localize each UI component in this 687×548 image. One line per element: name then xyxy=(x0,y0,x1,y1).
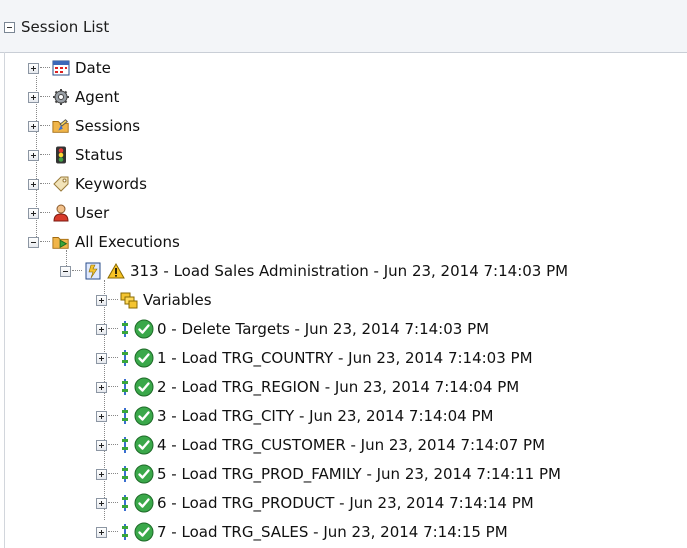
tree-item-step[interactable]: 7 - Load TRG_SALES - Jun 23, 2014 7:14:1… xyxy=(96,520,508,544)
success-check-icon xyxy=(134,522,154,542)
task-icon xyxy=(120,494,130,512)
tree-item-label: Agent xyxy=(75,88,120,106)
calendar-icon xyxy=(52,59,70,77)
tree-item-step[interactable]: 1 - Load TRG_COUNTRY - Jun 23, 2014 7:14… xyxy=(96,346,533,370)
task-icon xyxy=(120,407,130,425)
expand-icon[interactable] xyxy=(96,439,107,451)
step-label: 7 - Load TRG_SALES - Jun 23, 2014 7:14:1… xyxy=(157,523,508,541)
expand-icon[interactable] xyxy=(96,410,107,422)
expand-icon[interactable] xyxy=(28,120,39,132)
task-icon xyxy=(120,523,130,541)
task-icon xyxy=(120,465,130,483)
step-label: 6 - Load TRG_PRODUCT - Jun 23, 2014 7:14… xyxy=(157,494,534,512)
step-label: 2 - Load TRG_REGION - Jun 23, 2014 7:14:… xyxy=(157,378,520,396)
folder-sessions-icon xyxy=(52,117,70,135)
variables-label: Variables xyxy=(143,291,212,309)
panel-title: Session List xyxy=(21,18,110,36)
collapse-panel-icon[interactable] xyxy=(4,21,15,33)
tree-item-variables[interactable]: Variables xyxy=(96,288,212,312)
tree-item-label: All Executions xyxy=(75,233,180,251)
expand-icon[interactable] xyxy=(96,497,107,509)
tree-item-agent[interactable]: Agent xyxy=(28,85,119,109)
expand-icon[interactable] xyxy=(96,294,107,306)
expand-icon[interactable] xyxy=(28,149,39,161)
step-label: 1 - Load TRG_COUNTRY - Jun 23, 2014 7:14… xyxy=(157,349,533,367)
success-check-icon xyxy=(134,493,154,513)
tree-item-step[interactable]: 6 - Load TRG_PRODUCT - Jun 23, 2014 7:14… xyxy=(96,491,534,515)
folder-run-icon xyxy=(52,233,70,251)
tree-item-step[interactable]: 4 - Load TRG_CUSTOMER - Jun 23, 2014 7:1… xyxy=(96,433,545,457)
warning-icon xyxy=(107,262,125,280)
session-label: 313 - Load Sales Administration - Jun 23… xyxy=(130,262,569,280)
collapse-icon[interactable] xyxy=(28,236,39,248)
success-check-icon xyxy=(134,464,154,484)
expand-icon[interactable] xyxy=(96,381,107,393)
session-list-header: Session List xyxy=(0,0,687,53)
success-check-icon xyxy=(134,435,154,455)
tree-item-label: Status xyxy=(75,146,123,164)
tree-item-step[interactable]: 0 - Delete Targets - Jun 23, 2014 7:14:0… xyxy=(96,317,489,341)
expand-icon[interactable] xyxy=(28,62,39,74)
tree-item-session-313[interactable]: 313 - Load Sales Administration - Jun 23… xyxy=(60,259,568,283)
expand-icon[interactable] xyxy=(28,178,39,190)
success-check-icon xyxy=(134,406,154,426)
tree-item-step[interactable]: 2 - Load TRG_REGION - Jun 23, 2014 7:14:… xyxy=(96,375,519,399)
session-list-title-row[interactable]: Session List xyxy=(4,16,109,38)
tree-item-step[interactable]: 3 - Load TRG_CITY - Jun 23, 2014 7:14:04… xyxy=(96,404,493,428)
tree-item-label: Keywords xyxy=(75,175,147,193)
panel-left-border xyxy=(4,52,5,548)
tree-item-status[interactable]: Status xyxy=(28,143,123,167)
expand-icon[interactable] xyxy=(28,207,39,219)
step-label: 5 - Load TRG_PROD_FAMILY - Jun 23, 2014 … xyxy=(157,465,561,483)
expand-icon[interactable] xyxy=(96,323,107,335)
tree-item-step[interactable]: 5 - Load TRG_PROD_FAMILY - Jun 23, 2014 … xyxy=(96,462,561,486)
tree-item-all-executions[interactable]: All Executions xyxy=(28,230,180,254)
success-check-icon xyxy=(134,319,154,339)
expand-icon[interactable] xyxy=(96,526,107,538)
expand-icon[interactable] xyxy=(96,468,107,480)
task-icon xyxy=(120,436,130,454)
success-check-icon xyxy=(134,377,154,397)
user-icon xyxy=(52,204,70,222)
tree-item-label: User xyxy=(75,204,110,222)
task-icon xyxy=(120,320,130,338)
task-icon xyxy=(120,349,130,367)
expand-icon[interactable] xyxy=(28,91,39,103)
collapse-icon[interactable] xyxy=(60,265,71,277)
gear-icon xyxy=(52,88,70,106)
task-icon xyxy=(120,378,130,396)
session-scenario-icon xyxy=(84,262,102,280)
tree-item-keywords[interactable]: Keywords xyxy=(28,172,147,196)
tree-item-label: Date xyxy=(75,59,111,77)
variables-icon xyxy=(120,291,138,309)
tree-item-label: Sessions xyxy=(75,117,141,135)
traffic-light-icon xyxy=(52,146,70,164)
tree-item-date[interactable]: Date xyxy=(28,56,111,80)
tree-item-user[interactable]: User xyxy=(28,201,109,225)
step-label: 3 - Load TRG_CITY - Jun 23, 2014 7:14:04… xyxy=(157,407,494,425)
tree-item-sessions[interactable]: Sessions xyxy=(28,114,140,138)
step-label: 0 - Delete Targets - Jun 23, 2014 7:14:0… xyxy=(157,320,490,338)
success-check-icon xyxy=(134,348,154,368)
tag-icon xyxy=(52,175,70,193)
step-label: 4 - Load TRG_CUSTOMER - Jun 23, 2014 7:1… xyxy=(157,436,546,454)
expand-icon[interactable] xyxy=(96,352,107,364)
